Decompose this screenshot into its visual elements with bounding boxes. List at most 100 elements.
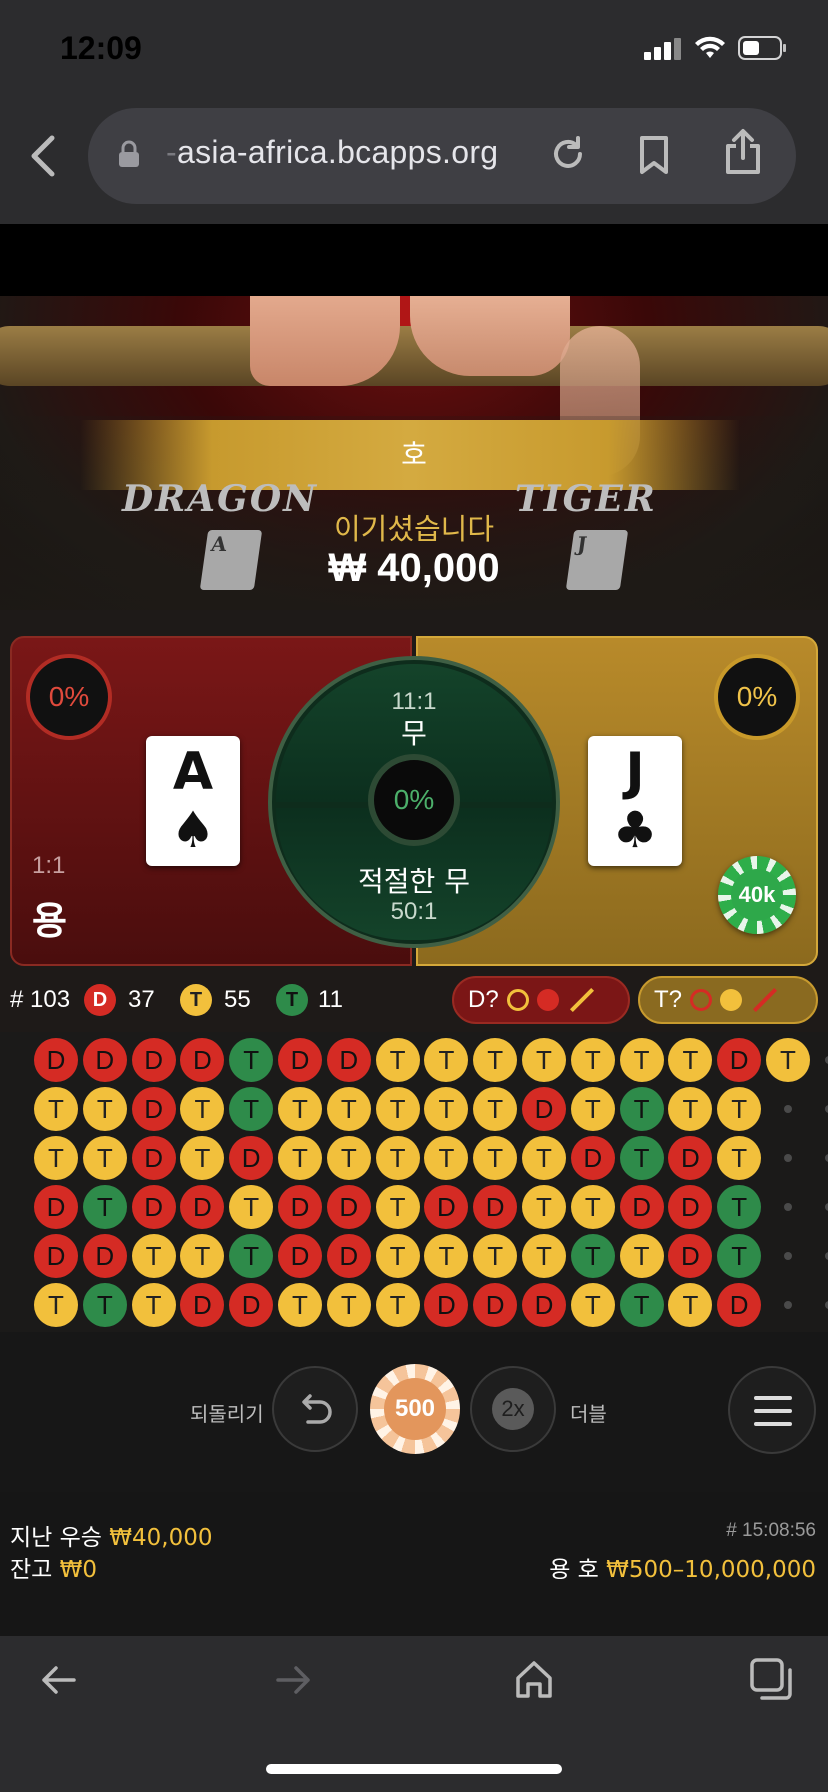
road-cell: T [82, 1283, 127, 1327]
tie-count-icon: T [276, 984, 308, 1016]
tie-bet-percent: 0% [368, 754, 460, 846]
tie-label: 무 [401, 717, 427, 750]
road-cell: D [34, 1185, 78, 1229]
road-cell: D [34, 1234, 78, 1278]
road-cell: T [619, 1136, 664, 1180]
tie-count: 11 [318, 986, 343, 1013]
slash-icon [752, 987, 778, 1013]
reload-icon[interactable] [548, 134, 588, 174]
placed-chip-value: 40k [731, 869, 783, 921]
road-cell: T [570, 1087, 615, 1131]
signal-icon [644, 38, 681, 60]
bet-limits-label: 용 호 [549, 1557, 599, 1583]
road-cell: D [473, 1283, 518, 1327]
road-empty-cell [784, 1105, 792, 1113]
road-cell: T [278, 1087, 322, 1131]
url-domain: asia-africa.bcapps.org [176, 134, 499, 170]
double-label: 더블 [570, 1402, 607, 1426]
road-cell: D [717, 1038, 762, 1082]
balance: 잔고 ₩0 [10, 1550, 97, 1584]
back-arrow-icon[interactable] [38, 1660, 78, 1700]
road-cell: T [34, 1283, 78, 1327]
road-empty-cell [784, 1301, 792, 1309]
last-win-amount: ₩40,000 [109, 1525, 213, 1551]
road-cell: T [473, 1234, 518, 1278]
filled-dot-icon [720, 989, 743, 1011]
road-cell: T [619, 1283, 664, 1327]
road-cell: T [131, 1234, 176, 1278]
last-win: 지난 우승 ₩40,000 [10, 1518, 213, 1552]
road-cell: D [570, 1136, 615, 1180]
road-cell: T [375, 1087, 420, 1131]
dragon-card: A ♠ [146, 736, 240, 866]
road-cell: T [375, 1234, 420, 1278]
road-cell: D [229, 1136, 274, 1180]
road-cell: T [717, 1234, 762, 1278]
road-empty-cell [784, 1252, 792, 1260]
road-cell: D [34, 1038, 78, 1082]
placed-chip[interactable]: 40k [718, 856, 796, 934]
tiger-count-icon: T [180, 984, 212, 1016]
road-cell: T [326, 1283, 371, 1327]
road-cell: T [229, 1087, 274, 1131]
road-cell: T [766, 1038, 810, 1082]
road-cell: D [717, 1283, 762, 1327]
road-cell: T [473, 1136, 518, 1180]
road-cell: T [375, 1283, 420, 1327]
url-prefix: - [166, 134, 177, 170]
road-cell: T [229, 1185, 274, 1229]
video-letterbox [0, 224, 828, 296]
road-cell: D [131, 1087, 176, 1131]
club-icon: ♣ [612, 801, 658, 859]
status-icons [644, 36, 788, 60]
chip-selector-value: 500 [384, 1378, 446, 1440]
game-id: # 15:08:56 [726, 1520, 816, 1541]
win-message: 이기셨습니다 [333, 512, 495, 546]
road-cell: D [82, 1038, 127, 1082]
battery-icon [738, 36, 786, 60]
tiger-count: 55 [224, 986, 251, 1013]
road-cell: T [375, 1136, 420, 1180]
bet-limits: 용 호 ₩500–10,000,000 [549, 1550, 816, 1584]
dragon-prediction-button[interactable]: D? [452, 976, 630, 1024]
home-icon[interactable] [514, 1658, 554, 1700]
road-cell: D [522, 1087, 566, 1131]
dragon-card-rank: A [172, 742, 214, 802]
share-icon[interactable] [724, 128, 762, 176]
road-empty-cell [784, 1203, 792, 1211]
road-cell: D [619, 1185, 664, 1229]
undo-button[interactable] [272, 1366, 358, 1452]
road-cell: T [570, 1038, 615, 1082]
tabs-icon[interactable] [748, 1656, 794, 1702]
tiger-prediction-label: T? [654, 986, 683, 1013]
home-indicator [266, 1764, 562, 1774]
road-cell: D [278, 1185, 322, 1229]
filled-dot-icon [536, 989, 559, 1011]
bet-limits-amount: ₩500–10,000,000 [606, 1557, 816, 1583]
last-win-label: 지난 우승 [10, 1525, 102, 1551]
tiger-card-rank: J [625, 742, 645, 802]
chip-selector[interactable]: 500 [370, 1364, 460, 1454]
road-cell: D [131, 1136, 176, 1180]
road-cell: D [278, 1038, 322, 1082]
tiger-prediction-button[interactable]: T? [638, 976, 818, 1024]
forward-arrow-icon[interactable] [274, 1660, 314, 1700]
road-cell: T [619, 1234, 664, 1278]
road-cell: T [229, 1038, 274, 1082]
road-cell: D [229, 1283, 274, 1327]
suited-tie-odds: 50:1 [390, 898, 438, 925]
road-cell: T [82, 1185, 127, 1229]
double-button[interactable]: 2x [470, 1366, 556, 1452]
suited-tie-label: 적절한 무 [358, 865, 470, 898]
undo-label: 되돌리기 [190, 1402, 264, 1426]
road-cell: T [522, 1136, 566, 1180]
menu-button[interactable] [728, 1366, 816, 1454]
back-chevron-icon[interactable] [28, 134, 60, 178]
tiger-card: J ♣ [588, 736, 682, 866]
round-number: # 103 [10, 986, 71, 1013]
road-cell: T [522, 1234, 566, 1278]
bookmark-icon[interactable] [636, 134, 672, 176]
road-cell: D [326, 1234, 371, 1278]
url-text[interactable]: -asia-africa.bcapps.org [166, 134, 498, 171]
road-cell: T [82, 1136, 127, 1180]
